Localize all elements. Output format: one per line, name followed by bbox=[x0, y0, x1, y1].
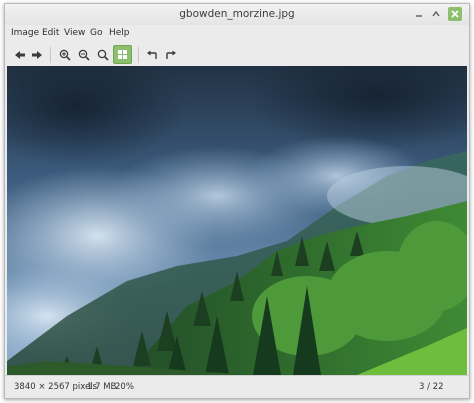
toolbar bbox=[5, 43, 469, 67]
image-viewer-window: gbowden_morzine.jpg Image Edit View Go H… bbox=[4, 3, 470, 399]
menu-go[interactable]: Go bbox=[90, 28, 102, 38]
zoom-normal-button[interactable] bbox=[94, 46, 112, 64]
forward-icon bbox=[32, 51, 42, 59]
toolbar-separator bbox=[50, 47, 51, 63]
rotate-right-button[interactable] bbox=[162, 46, 180, 64]
close-icon bbox=[448, 7, 462, 21]
zoom-in-button[interactable] bbox=[56, 46, 74, 64]
rotate-left-icon bbox=[147, 50, 157, 59]
toolbar-separator bbox=[138, 47, 139, 63]
window-title: gbowden_morzine.jpg bbox=[179, 8, 295, 20]
menu-image[interactable]: Image bbox=[11, 28, 39, 38]
maximize-button[interactable] bbox=[430, 8, 442, 20]
image-canvas[interactable] bbox=[7, 66, 467, 375]
zoom-in-icon bbox=[59, 49, 71, 61]
menu-help[interactable]: Help bbox=[109, 28, 130, 38]
zoom-out-button[interactable] bbox=[75, 46, 93, 64]
fit-to-window-icon bbox=[118, 50, 127, 59]
maximize-icon bbox=[432, 10, 440, 17]
rotate-right-icon bbox=[166, 50, 176, 59]
rotate-left-button[interactable] bbox=[143, 46, 161, 64]
menu-edit[interactable]: Edit bbox=[42, 28, 59, 38]
minimize-icon bbox=[416, 15, 422, 17]
image-position: 3 / 22 bbox=[419, 382, 444, 392]
minimize-button[interactable] bbox=[413, 8, 425, 20]
zoom-normal-icon bbox=[97, 49, 109, 61]
file-size: 1.7 MB bbox=[87, 382, 117, 392]
landscape-photo bbox=[7, 66, 467, 375]
close-button[interactable] bbox=[448, 7, 462, 21]
zoom-level: 20% bbox=[115, 382, 134, 392]
status-bar: 3840 × 2567 pixels 1.7 MB 20% 3 / 22 bbox=[5, 375, 469, 398]
fit-to-window-button[interactable] bbox=[113, 45, 132, 64]
back-button[interactable] bbox=[11, 46, 29, 64]
image-dimensions: 3840 × 2567 pixels bbox=[14, 382, 98, 392]
menu-bar: Image Edit View Go Help bbox=[5, 25, 469, 43]
zoom-out-icon bbox=[78, 49, 90, 61]
forward-button[interactable] bbox=[28, 46, 46, 64]
menu-view[interactable]: View bbox=[64, 28, 85, 38]
back-icon bbox=[15, 51, 25, 59]
title-bar[interactable]: gbowden_morzine.jpg bbox=[5, 4, 469, 25]
